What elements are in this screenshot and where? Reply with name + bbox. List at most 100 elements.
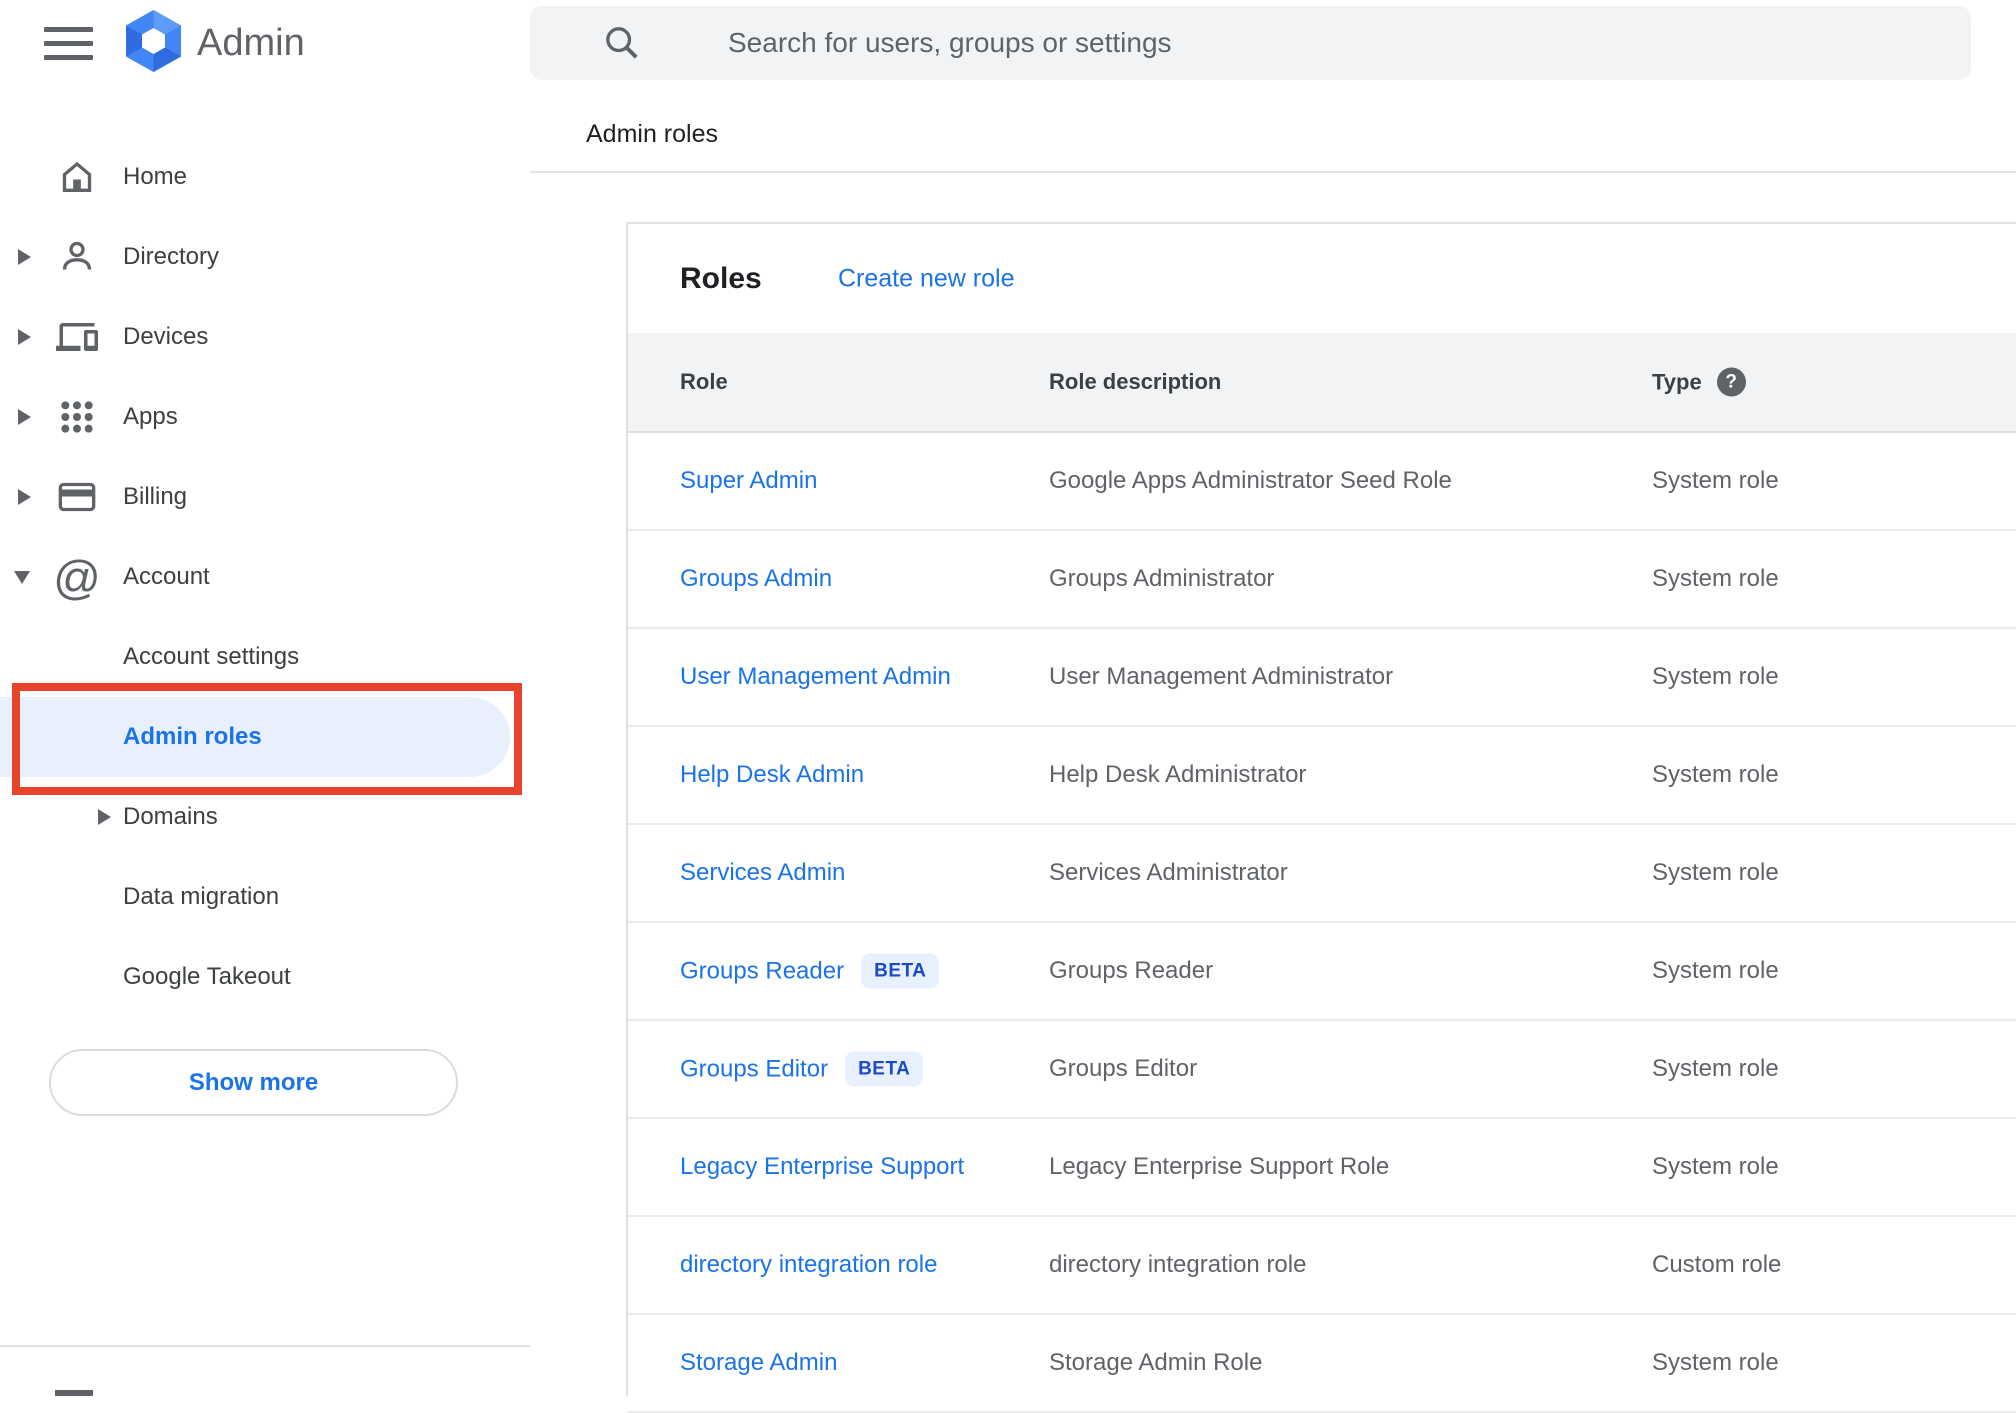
table-row: directory integration role directory inte…: [628, 1217, 2016, 1315]
table-body: Super Admin Google Apps Administrator See…: [628, 433, 2016, 1413]
role-link-groups-editor[interactable]: Groups Editor: [680, 1055, 828, 1083]
sidebar-nav: Home Directory Devices Apps Billing @ Account A…: [0, 137, 530, 1017]
table-row: Services Admin Services Administrator Syst…: [628, 825, 2016, 923]
roles-title: Roles: [680, 261, 762, 295]
sidebar-item-label: Account: [123, 563, 210, 590]
role-type: System role: [1652, 565, 1779, 592]
search-icon: [606, 27, 638, 59]
chevron-right-icon[interactable]: [18, 249, 31, 265]
role-link-directory-integration-role[interactable]: directory integration role: [680, 1251, 937, 1279]
role-type: System role: [1652, 467, 1779, 494]
role-description: Groups Editor: [1049, 1055, 1198, 1082]
table-row: Groups Admin Groups Administrator System r…: [628, 531, 2016, 629]
role-type: System role: [1652, 957, 1779, 984]
table-row: Groups Editor BETA Groups Editor System rol…: [628, 1021, 2016, 1119]
chevron-right-icon[interactable]: [18, 409, 31, 425]
beta-badge: BETA: [845, 1051, 924, 1087]
create-new-role-link[interactable]: Create new role: [838, 264, 1014, 293]
sidebar-item-billing[interactable]: Billing: [0, 457, 530, 537]
sidebar-item-label: Directory: [123, 243, 220, 270]
table-row: Super Admin Google Apps Administrator See…: [628, 433, 2016, 531]
role-type: Custom role: [1652, 1251, 1782, 1278]
app-title: Admin: [197, 21, 305, 64]
table-row: Help Desk Admin Help Desk Administrator Sy…: [628, 727, 2016, 825]
column-role: Role: [680, 369, 728, 394]
role-type: System role: [1652, 1349, 1779, 1376]
chevron-down-icon[interactable]: [14, 570, 30, 584]
role-description: Services Administrator: [1049, 859, 1288, 886]
apps-icon: [55, 392, 99, 442]
show-more-button[interactable]: Show more: [49, 1049, 458, 1116]
sidebar-item-label: Google Takeout: [123, 963, 291, 990]
main-area: Admin roles Roles Create new role Role R…: [530, 0, 2016, 1413]
help-icon[interactable]: ?: [1716, 367, 1746, 397]
role-link-legacy-enterprise-support[interactable]: Legacy Enterprise Support: [680, 1153, 964, 1181]
sidebar-item-label: Domains: [123, 803, 218, 830]
role-link-help-desk-admin[interactable]: Help Desk Admin: [680, 761, 864, 789]
sidebar-item-label: Devices: [123, 323, 209, 350]
at-icon: @: [53, 550, 101, 604]
sidebar-item-domains[interactable]: Domains: [0, 777, 530, 857]
sidebar-divider: [0, 1345, 530, 1347]
role-link-services-admin[interactable]: Services Admin: [680, 859, 845, 887]
search-input[interactable]: [728, 27, 1828, 59]
search-bar[interactable]: [530, 6, 1971, 80]
sidebar-item-label: Admin roles: [123, 723, 262, 750]
table-row: Legacy Enterprise Support Legacy Enterpri…: [628, 1119, 2016, 1217]
sidebar-item-home[interactable]: Home: [0, 137, 530, 217]
sidebar-item-apps[interactable]: Apps: [0, 377, 530, 457]
sidebar-item-data-migration[interactable]: Data migration: [0, 857, 530, 937]
sidebar-item-label: Apps: [123, 403, 178, 430]
role-description: Groups Administrator: [1049, 565, 1275, 592]
role-link-groups-admin[interactable]: Groups Admin: [680, 565, 832, 593]
table-header: Role Role description Type ?: [628, 333, 2016, 433]
role-link-storage-admin[interactable]: Storage Admin: [680, 1349, 837, 1377]
header-divider: [530, 171, 2016, 173]
breadcrumb: Admin roles: [586, 120, 718, 148]
role-description: directory integration role: [1049, 1251, 1307, 1278]
table-row: User Management Admin User Management Adm…: [628, 629, 2016, 727]
billing-icon: [55, 472, 99, 522]
column-type: Type ?: [1652, 367, 1746, 397]
devices-icon: [55, 312, 99, 362]
role-type: System role: [1652, 1153, 1779, 1180]
partial-icon: [55, 1390, 93, 1396]
sidebar-item-label: Data migration: [123, 883, 280, 910]
role-type: System role: [1652, 663, 1779, 690]
role-link-super-admin[interactable]: Super Admin: [680, 467, 817, 495]
sidebar-item-account[interactable]: @ Account: [0, 537, 530, 617]
sidebar: Admin Home Directory Devices Apps Billing @ Ac…: [0, 0, 530, 1396]
person-icon: [55, 232, 99, 282]
roles-card: Roles Create new role Role Role descript…: [626, 222, 2016, 1413]
sidebar-item-label: Billing: [123, 483, 188, 510]
roles-card-header: Roles Create new role: [628, 224, 2016, 333]
role-description: User Management Administrator: [1049, 663, 1394, 690]
role-type: System role: [1652, 1055, 1779, 1082]
table-row: Storage Admin Storage Admin Role System ro…: [628, 1315, 2016, 1413]
sidebar-header: Admin: [0, 0, 305, 86]
menu-icon[interactable]: [44, 26, 93, 60]
role-link-user-management-admin[interactable]: User Management Admin: [680, 663, 951, 691]
table-row: Groups Reader BETA Groups Reader System rol…: [628, 923, 2016, 1021]
admin-hexagon-icon: [126, 9, 181, 77]
chevron-right-icon[interactable]: [18, 489, 31, 505]
sidebar-item-account-settings[interactable]: Account settings: [0, 617, 530, 697]
role-description: Legacy Enterprise Support Role: [1049, 1153, 1390, 1180]
admin-logo[interactable]: Admin: [126, 9, 305, 77]
column-role-description: Role description: [1049, 369, 1222, 394]
role-description: Groups Reader: [1049, 957, 1214, 984]
role-link-groups-reader[interactable]: Groups Reader: [680, 957, 844, 985]
beta-badge: BETA: [861, 953, 940, 989]
role-type: System role: [1652, 761, 1779, 788]
role-description: Help Desk Administrator: [1049, 761, 1307, 788]
sidebar-item-google-takeout[interactable]: Google Takeout: [0, 937, 530, 1017]
role-description: Storage Admin Role: [1049, 1349, 1263, 1376]
sidebar-item-directory[interactable]: Directory: [0, 217, 530, 297]
sidebar-item-admin-roles[interactable]: Admin roles: [0, 683, 530, 795]
sidebar-item-devices[interactable]: Devices: [0, 297, 530, 377]
chevron-right-icon[interactable]: [18, 329, 31, 345]
sidebar-item-label: Home: [123, 163, 188, 190]
chevron-right-icon[interactable]: [98, 809, 111, 825]
sidebar-item-label: Account settings: [123, 643, 300, 670]
role-type: System role: [1652, 859, 1779, 886]
